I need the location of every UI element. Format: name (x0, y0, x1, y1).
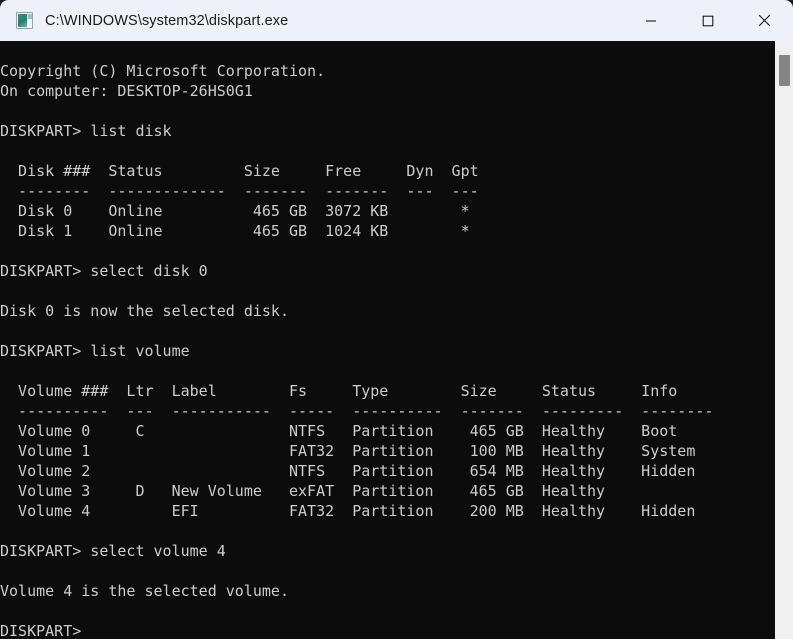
maximize-button[interactable] (679, 0, 736, 41)
scrollbar-thumb[interactable] (779, 55, 790, 86)
window-title: C:\WINDOWS\system32\diskpart.exe (45, 12, 289, 29)
console-output-area[interactable]: Copyright (C) Microsoft Corporation. On … (0, 41, 793, 639)
console-text: Copyright (C) Microsoft Corporation. On … (0, 62, 714, 639)
close-icon (758, 14, 771, 27)
diskpart-console-window: C:\WINDOWS\system32\diskpart.exe Copyrig… (0, 0, 793, 639)
console-app-icon (16, 12, 33, 29)
vertical-scrollbar[interactable] (774, 41, 793, 639)
minimize-icon (645, 19, 656, 22)
maximize-icon (702, 15, 713, 26)
title-bar[interactable]: C:\WINDOWS\system32\diskpart.exe (0, 0, 793, 41)
minimize-button[interactable] (622, 0, 679, 41)
close-button[interactable] (736, 0, 793, 41)
console-app-icon-fill (18, 14, 27, 27)
title-bar-left: C:\WINDOWS\system32\diskpart.exe (0, 12, 622, 29)
console-app-icon-accent (28, 14, 32, 19)
window-controls (622, 0, 793, 41)
